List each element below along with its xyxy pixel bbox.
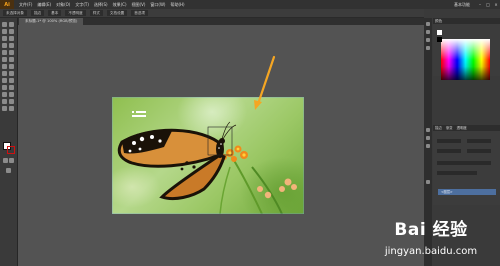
color-panel-header: 颜色: [433, 18, 500, 24]
color-spectrum[interactable]: [441, 39, 490, 85]
free-transform-tool-icon[interactable]: [9, 64, 14, 69]
document-tab-bar: 未标题-1* @ 100% (RGB/预览): [17, 18, 424, 25]
gradient-tool-icon[interactable]: [9, 78, 14, 83]
brush-control[interactable]: 基本: [48, 10, 62, 16]
menu-effect[interactable]: 效果(C): [113, 2, 127, 8]
blend-tool-icon[interactable]: [9, 85, 14, 90]
stroke-weight-field[interactable]: [437, 139, 461, 143]
transparency-panel-icon[interactable]: [426, 144, 430, 148]
magic-wand-tool-icon[interactable]: [2, 29, 7, 34]
swatches-panel-icon[interactable]: [426, 30, 430, 34]
rectangle-tool-icon[interactable]: [9, 43, 14, 48]
tab-gradient[interactable]: 渐变: [446, 125, 453, 131]
layer-row[interactable]: <图层>: [438, 189, 496, 195]
stroke-control[interactable]: 描边: [30, 10, 45, 16]
tools-panel: [0, 18, 18, 266]
menu-select[interactable]: 选择(S): [94, 2, 108, 8]
stroke-color-swatch[interactable]: [7, 146, 15, 154]
gradient-mode-icon[interactable]: [9, 158, 14, 163]
stroke-cap-options[interactable]: [467, 139, 491, 143]
menu-window[interactable]: 窗口(W): [150, 2, 165, 8]
workspace-switcher[interactable]: 基本功能: [454, 2, 470, 8]
color-mode-icon[interactable]: [3, 158, 8, 163]
menu-bar: Ai 文件(F) 编辑(E) 对象(O) 文字(T) 选择(S) 效果(C) 视…: [0, 0, 500, 9]
rotate-tool-icon[interactable]: [2, 57, 7, 62]
perspective-grid-tool-icon[interactable]: [9, 71, 14, 76]
fill-swatch-white[interactable]: [437, 30, 442, 35]
style-control[interactable]: 样式: [89, 10, 103, 16]
dashed-line-options[interactable]: [437, 171, 477, 175]
stroke-corner-options[interactable]: [437, 149, 461, 153]
menu-object[interactable]: 对象(O): [56, 2, 70, 8]
menu-view[interactable]: 视图(V): [132, 2, 146, 8]
menu-edit[interactable]: 编辑(E): [37, 2, 51, 8]
menu-help[interactable]: 帮助(H): [170, 2, 184, 8]
symbols-panel-icon[interactable]: [426, 46, 430, 50]
menu-file[interactable]: 文件(F): [19, 2, 32, 8]
screen-mode-icon[interactable]: [6, 168, 11, 173]
stroke-align-options[interactable]: [437, 161, 491, 165]
artboard-placed-image[interactable]: [112, 97, 304, 214]
maximize-icon[interactable]: □: [484, 2, 492, 7]
preferences-button[interactable]: 首选项: [131, 10, 149, 16]
menu-type[interactable]: 文字(T): [75, 2, 89, 8]
direct-selection-tool-icon[interactable]: [9, 22, 14, 27]
watermark-url: jingyan.baidu.com: [384, 246, 478, 257]
app-logo: Ai: [0, 0, 14, 9]
stroke-swatch-black[interactable]: [437, 37, 442, 42]
document-setup-button[interactable]: 文档设置: [106, 10, 128, 16]
stroke-limit-field[interactable]: [467, 149, 491, 153]
selection-status: 未选择对象: [3, 10, 27, 16]
shape-builder-tool-icon[interactable]: [2, 71, 7, 76]
symbol-sprayer-tool-icon[interactable]: [2, 92, 7, 97]
document-tab[interactable]: 未标题-1* @ 100% (RGB/预览): [19, 18, 84, 25]
butterfly-photo: [112, 97, 304, 214]
tab-transparency[interactable]: 透明度: [457, 125, 467, 131]
baidu-jingyan-watermark: Bai 经验 jingyan.baidu.com: [364, 212, 498, 266]
close-icon[interactable]: ×: [492, 2, 500, 7]
color-panel-icon[interactable]: [426, 22, 430, 26]
type-tool-icon[interactable]: [9, 36, 14, 41]
layers-panel-icon[interactable]: [426, 180, 430, 184]
artboard-tool-icon[interactable]: [2, 99, 7, 104]
pen-tool-icon[interactable]: [2, 36, 7, 41]
width-tool-icon[interactable]: [2, 64, 7, 69]
brushes-panel-icon[interactable]: [426, 38, 430, 42]
pencil-tool-icon[interactable]: [9, 50, 14, 55]
stroke-panel-icon[interactable]: [426, 128, 430, 132]
graph-tool-icon[interactable]: [9, 92, 14, 97]
zoom-tool-icon[interactable]: [9, 106, 14, 111]
hand-tool-icon[interactable]: [2, 106, 7, 111]
paintbrush-tool-icon[interactable]: [2, 50, 7, 55]
stroke-panel-tabs: 描边 渐变 透明度: [433, 125, 500, 131]
line-tool-icon[interactable]: [2, 43, 7, 48]
gradient-panel-icon[interactable]: [426, 136, 430, 140]
swatches-area: [433, 80, 500, 130]
tab-stroke[interactable]: 描边: [435, 125, 442, 131]
scale-tool-icon[interactable]: [9, 57, 14, 62]
slice-tool-icon[interactable]: [9, 99, 14, 104]
watermark-brand: Bai 经验: [394, 220, 468, 240]
mesh-tool-icon[interactable]: [2, 78, 7, 83]
minimize-icon[interactable]: –: [476, 2, 484, 7]
lasso-tool-icon[interactable]: [9, 29, 14, 34]
eyedropper-tool-icon[interactable]: [2, 85, 7, 90]
selection-tool-icon[interactable]: [2, 22, 7, 27]
opacity-control[interactable]: 不透明度: [65, 10, 86, 16]
color-panel: 颜色: [433, 18, 500, 85]
